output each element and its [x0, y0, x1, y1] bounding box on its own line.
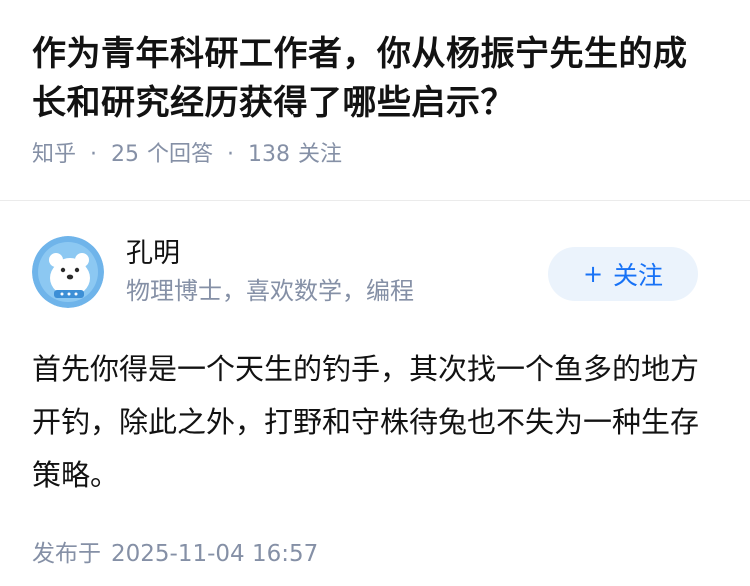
separator-dot: · — [90, 142, 98, 167]
question-header: 作为青年科研工作者，你从杨振宁先生的成长和研究经历获得了哪些启示？ 知乎 · 2… — [0, 0, 750, 201]
question-meta: 知乎 · 25 个回答 · 138 关注 — [32, 140, 718, 170]
publish-time: 发布于 2025-11-04 16:57 — [32, 538, 718, 570]
publish-timestamp: 2025-11-04 16:57 — [111, 541, 319, 567]
source-label[interactable]: 知乎 — [32, 140, 76, 170]
separator-dot: · — [227, 142, 235, 167]
plus-icon: + — [582, 260, 604, 288]
follow-button-label: 关注 — [613, 261, 664, 290]
answer-count: 25 — [111, 142, 140, 167]
follow-count: 138 — [248, 142, 291, 167]
question-title[interactable]: 作为青年科研工作者，你从杨振宁先生的成长和研究经历获得了哪些启示？ — [32, 30, 718, 128]
answer-content[interactable]: 首先你得是一个天生的钓手，其次找一个鱼多的地方开钓，除此之外，打野和守株待兔也不… — [32, 343, 712, 502]
bear-avatar-icon — [32, 236, 104, 308]
avatar[interactable] — [32, 236, 104, 308]
publish-label: 发布于 — [32, 541, 101, 567]
answer-card: 孔明 物理博士，喜欢数学，编程 + 关注 首先你得是一个天生的钓手，其次找一个鱼… — [0, 201, 750, 570]
follow-count-label: 关注 — [298, 142, 343, 167]
follow-button[interactable]: + 关注 — [548, 247, 698, 301]
answer-count-label: 个回答 — [147, 142, 214, 167]
